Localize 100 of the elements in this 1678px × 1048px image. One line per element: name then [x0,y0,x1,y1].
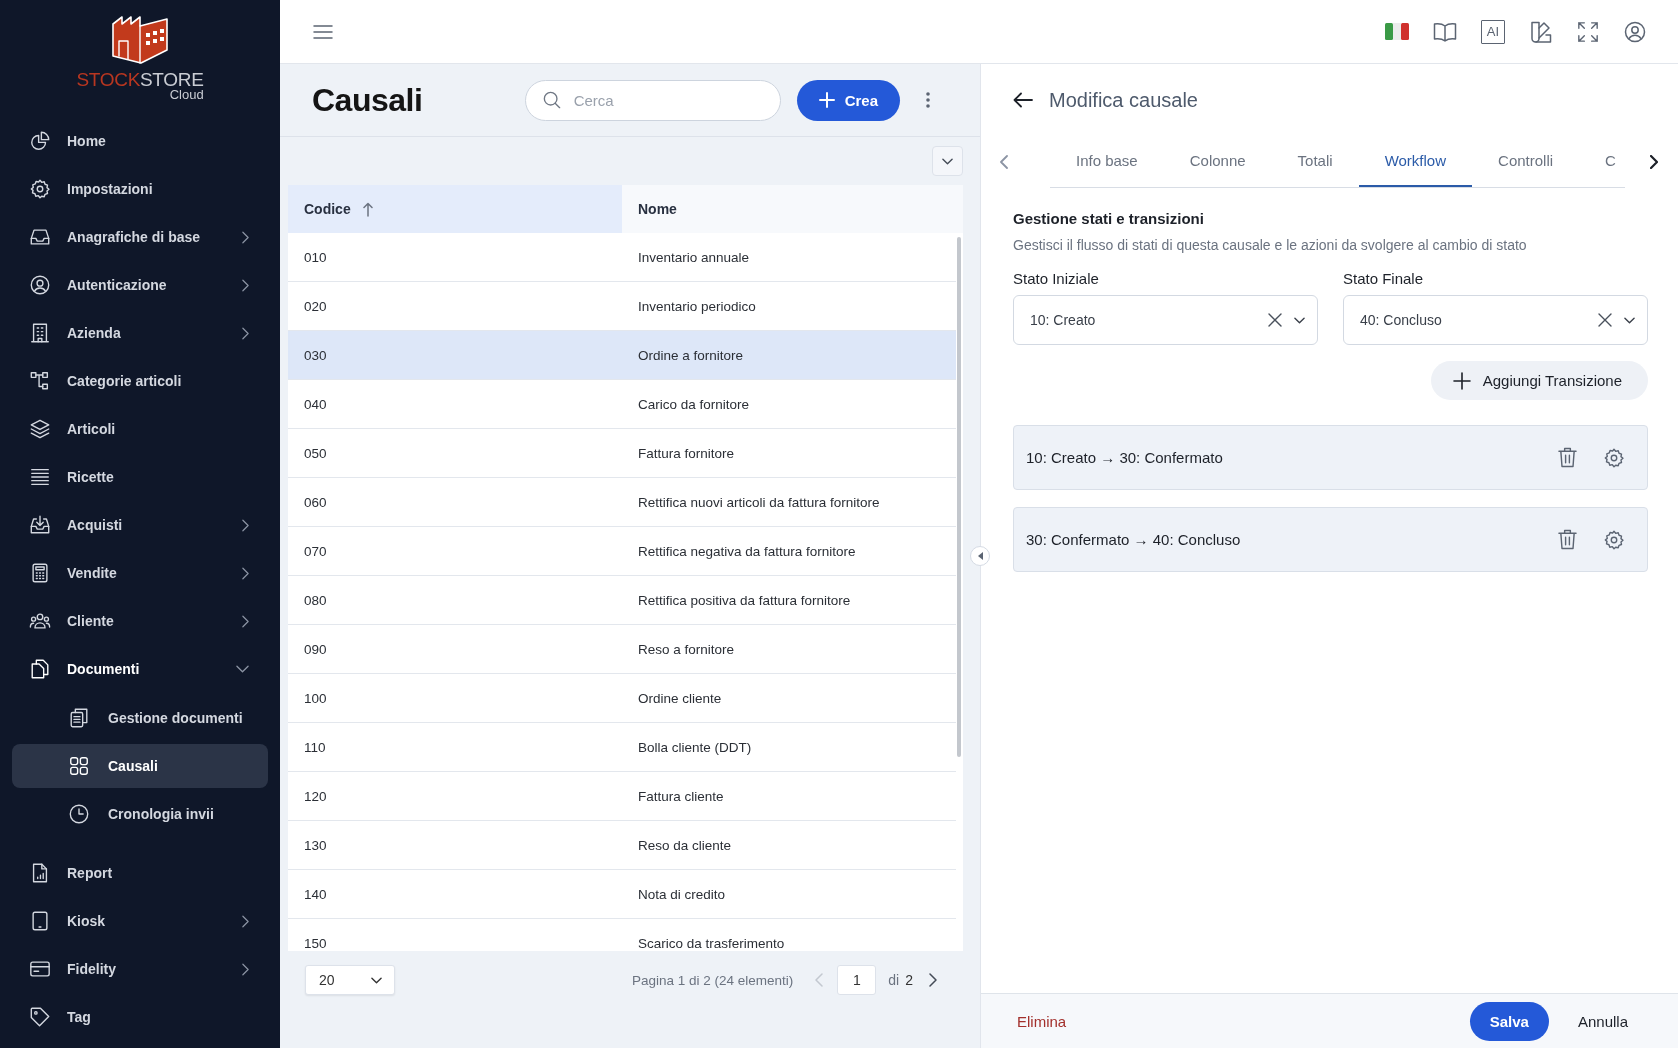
list-icon [29,466,51,488]
chevron-right-icon[interactable] [929,973,937,987]
field-label: Stato Iniziale [1013,269,1100,289]
table-cell-text: Fattura cliente [637,787,725,806]
scrollbar-thumb[interactable] [957,237,961,757]
building-icon [29,322,51,344]
expand-icon[interactable] [1577,20,1599,43]
page-size-select[interactable]: 20 [305,965,395,995]
nav-item[interactable]: Report [12,849,268,897]
italy-flag-icon[interactable] [1385,23,1409,40]
table-cell-text: 050 [303,444,328,463]
table-cell-text: 030 [303,346,328,365]
tag-icon [29,1006,51,1028]
cancel-action[interactable]: Annulla [1561,1001,1644,1041]
nav-item[interactable]: Articoli [12,405,268,453]
nav-item[interactable]: Vendite [12,549,268,597]
nav-item[interactable]: Acquisti [12,501,268,549]
plus-icon [818,92,835,108]
more-vertical-icon[interactable] [926,92,930,108]
search-field[interactable]: Cerca [524,79,781,121]
table-cell-text: 040 [303,395,328,414]
save-button[interactable]: Salva [1469,1001,1549,1041]
table-cell-text: 100 [303,689,328,708]
nav-item[interactable]: Azienda [12,309,268,357]
transition-label: 30: Confermato → 40: Concluso [1026,531,1242,548]
submenu-item[interactable]: Gestione documenti [12,696,268,740]
nav-item[interactable]: Cliente [12,597,268,645]
caret-left-icon [977,552,983,560]
trash-icon[interactable] [1558,529,1577,550]
table-cell-text: Reso da cliente [637,836,733,855]
table-cell-text: Reso a fornitore [637,640,736,659]
tab[interactable]: Info base [1050,136,1164,187]
tab[interactable]: Controlli [1472,136,1580,187]
swatches-icon[interactable] [1529,19,1553,44]
chevron-left-icon[interactable] [1000,155,1008,169]
nav-item[interactable]: Ricette [12,453,268,501]
chevron-down-icon [371,976,382,984]
column-header[interactable]: Codice [288,185,622,233]
clock-icon [68,803,90,825]
menu-icon[interactable] [313,24,333,39]
nav-item[interactable]: Fidelity [12,945,268,993]
chevron-right-icon[interactable] [1650,155,1658,169]
ai-button[interactable]: AI [1481,19,1505,44]
table-cell-text: 090 [303,640,328,659]
user-circle-icon [29,274,51,296]
chevron-down-icon [942,157,953,165]
table-row[interactable]: 030 Ordine a fornitore [288,331,956,380]
table-cell-text: Inventario annuale [637,248,751,267]
tab[interactable]: Workflow [1358,136,1473,187]
brand-wordmark: STOCKSTORE [76,70,204,90]
table-cell-text: Scarico da trasferimento [637,934,786,951]
inbox-icon [29,226,51,248]
trash-icon[interactable] [1558,447,1577,468]
table-cell-text: Rettifica positiva da fattura fornitore [637,591,852,610]
nav-item[interactable]: Documenti [12,645,268,693]
column-header[interactable]: Nome [622,185,963,233]
plus-icon [1452,371,1471,390]
nav-item[interactable]: Autenticazione [12,261,268,309]
page-input[interactable]: 1 [837,965,877,995]
status-select[interactable]: 10: Creato [1013,295,1318,345]
clear-icon[interactable] [1598,313,1612,327]
tab[interactable]: Totali [1271,136,1359,187]
nav-item[interactable]: Home [12,117,268,165]
download-tray-icon [29,514,51,536]
nav-item[interactable]: Categorie articoli [12,357,268,405]
pagination-summary: Pagina 1 di 2 (24 elementi) [631,972,794,988]
gear-icon[interactable] [1603,528,1625,551]
tab[interactable]: Colonne [1163,136,1272,187]
table-cell-text: 010 [303,248,328,267]
delete-action[interactable]: Elimina [1017,1012,1067,1030]
credit-card-icon [29,958,51,980]
pagination-of-label: di [888,972,900,988]
search-icon [542,90,561,109]
layers-icon [29,418,51,440]
nav-item[interactable]: Anagrafiche di base [12,213,268,261]
tablet-icon [29,910,51,932]
dropdown-button[interactable] [932,146,963,176]
field-label: Stato Finale [1343,269,1425,289]
table-cell-text: 070 [303,542,328,561]
table-cell-text: Rettifica nuovi articoli da fattura fornitore [637,493,881,512]
create-button[interactable]: Crea [796,79,900,121]
table-cell-text: 140 [303,885,328,904]
page-title: Causali [312,81,423,119]
nav-item[interactable]: Tag [12,993,268,1041]
submenu-item[interactable]: Causali [12,744,268,788]
submenu-item[interactable]: Cronologia invii [12,792,268,836]
total-pages: 2 [905,972,913,988]
user-circle-icon[interactable] [1623,19,1647,44]
calculator-icon [29,562,51,584]
nav-item[interactable]: Impostazioni [12,165,268,213]
add-transition-button[interactable]: Aggiungi Transizione [1430,361,1648,400]
table-cell-text: 060 [303,493,328,512]
back-arrow-icon[interactable] [1013,92,1033,108]
tab[interactable]: C [1579,136,1624,187]
chevron-down-icon [1294,316,1305,324]
gear-icon[interactable] [1603,446,1625,469]
nav-item[interactable]: Kiosk [12,897,268,945]
status-select[interactable]: 40: Concluso [1343,295,1648,345]
clear-icon[interactable] [1268,313,1282,327]
book-icon[interactable] [1433,21,1457,42]
